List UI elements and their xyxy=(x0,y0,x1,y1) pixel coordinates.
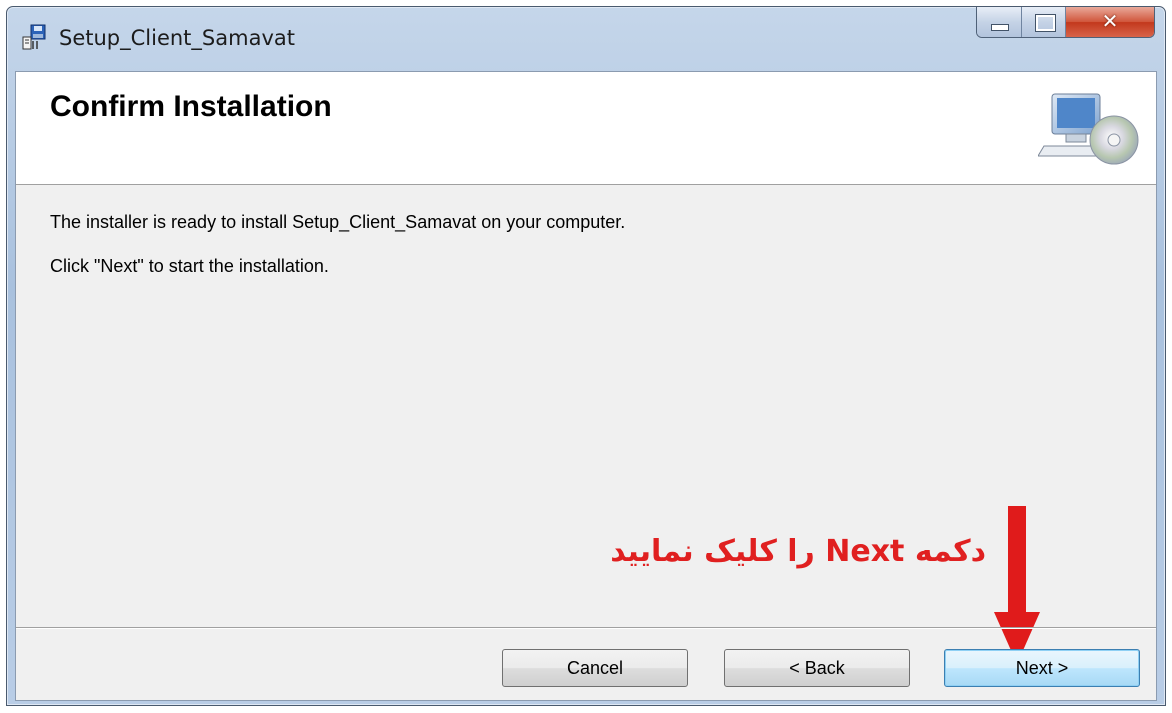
footer-separator xyxy=(16,627,1156,629)
window-title: Setup_Client_Samavat xyxy=(59,26,295,50)
caption-buttons: ✕ xyxy=(976,7,1155,38)
annotation-text: دکمه Next را کلیک نمایید xyxy=(610,534,986,569)
close-button[interactable]: ✕ xyxy=(1066,7,1154,37)
back-button[interactable]: < Back xyxy=(724,649,910,687)
maximize-icon xyxy=(1035,14,1056,32)
computer-cd-icon xyxy=(1038,93,1139,165)
cancel-button[interactable]: Cancel xyxy=(502,649,688,687)
maximize-button[interactable] xyxy=(1022,7,1066,37)
installer-app-icon xyxy=(22,24,46,50)
down-arrow-icon xyxy=(994,506,1040,664)
header-banner: Confirm Installation xyxy=(16,72,1156,185)
instruction-message: Click "Next" to start the installation. xyxy=(50,256,329,276)
minimize-icon xyxy=(991,24,1009,31)
installer-window: Setup_Client_Samavat ✕ Confirm Installat… xyxy=(6,6,1166,706)
close-icon: ✕ xyxy=(1101,9,1119,33)
minimize-button[interactable] xyxy=(977,7,1022,37)
ready-message: The installer is ready to install Setup_… xyxy=(50,212,626,232)
title-bar[interactable]: Setup_Client_Samavat ✕ xyxy=(7,7,1165,67)
dialog-client-area: Confirm Installation The installer is re… xyxy=(15,71,1157,701)
next-button[interactable]: Next > xyxy=(944,649,1140,687)
page-title: Confirm Installation xyxy=(50,90,332,123)
